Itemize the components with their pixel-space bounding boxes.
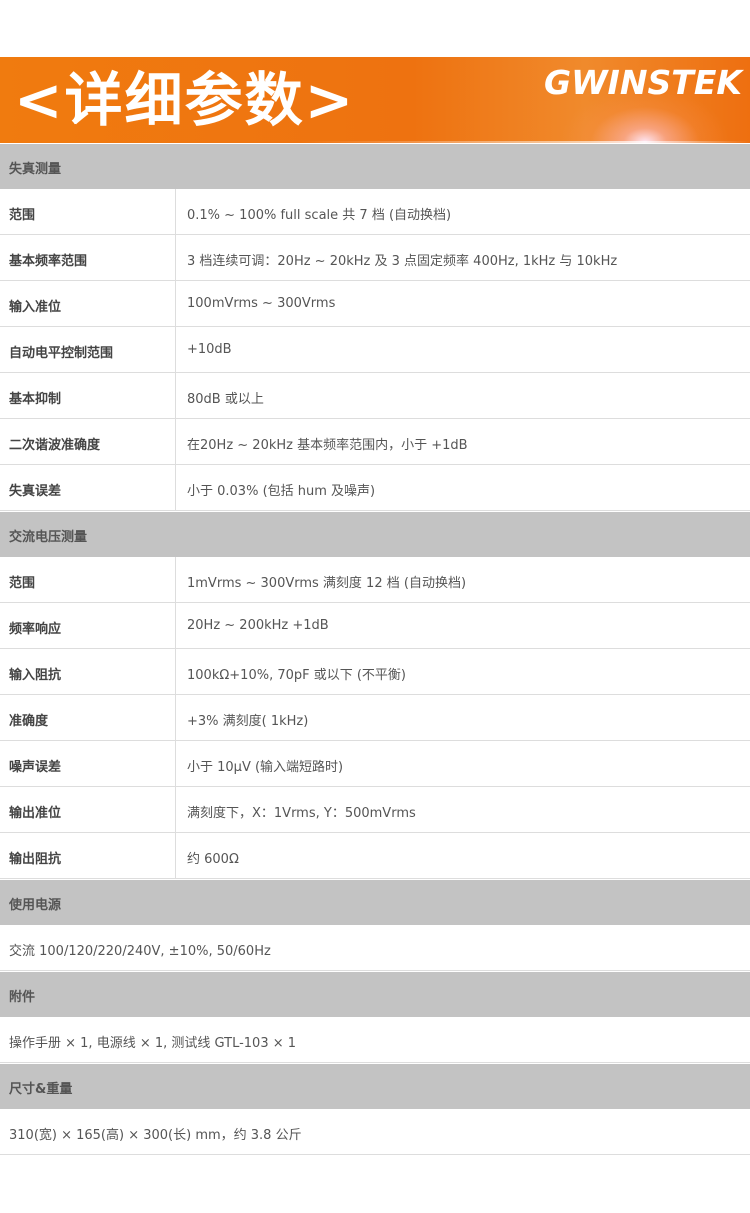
section-title: 尺寸&重量	[9, 1082, 73, 1097]
spec-row: 范围 0.1% ~ 100% full scale 共 7 档 (自动换档)	[0, 189, 750, 235]
column-divider	[175, 189, 176, 235]
spec-value: 小于 10μV (输入端短路时)	[187, 760, 344, 775]
section-header: 交流电压测量	[0, 511, 750, 557]
column-divider	[175, 557, 176, 603]
section-header: 使用电源	[0, 879, 750, 925]
spec-row: 失真误差 小于 0.03% (包括 hum 及噪声)	[0, 465, 750, 511]
section-title: 失真测量	[9, 162, 62, 177]
section-title: 交流电压测量	[9, 530, 88, 545]
column-divider	[175, 419, 176, 465]
spec-label: 输入阻抗	[9, 668, 62, 683]
spec-row: 基本频率范围 3 档连续可调：20Hz ~ 20kHz 及 3 点固定频率 400…	[0, 235, 750, 281]
spec-row: 噪声误差 小于 10μV (输入端短路时)	[0, 741, 750, 787]
spec-label: 频率响应	[9, 622, 62, 637]
spec-value: 80dB 或以上	[187, 392, 264, 407]
brand-logo-text: GWINSTEK	[544, 65, 744, 99]
spec-value: 20Hz ~ 200kHz +1dB	[187, 618, 329, 633]
spec-label: 准确度	[9, 714, 49, 729]
section-title: 使用电源	[9, 898, 62, 913]
spec-row: 输入阻抗 100kΩ+10%, 70pF 或以下 (不平衡)	[0, 649, 750, 695]
spec-row: 输入准位 100mVrms ~ 300Vrms	[0, 281, 750, 327]
spec-row: 操作手册 × 1, 电源线 × 1, 测试线 GTL-103 × 1	[0, 1017, 750, 1063]
spec-value: 0.1% ~ 100% full scale 共 7 档 (自动换档)	[187, 208, 452, 223]
spec-value: 3 档连续可调：20Hz ~ 20kHz 及 3 点固定频率 400Hz, 1k…	[187, 254, 618, 269]
spec-row: 自动电平控制范围 +10dB	[0, 327, 750, 373]
spec-label: 输入准位	[9, 300, 62, 315]
spec-label: 基本抑制	[9, 392, 62, 407]
spec-label: 自动电平控制范围	[9, 346, 114, 361]
spec-label: 输出阻抗	[9, 852, 62, 867]
spec-label: 失真误差	[9, 484, 62, 499]
spec-label: 噪声误差	[9, 760, 62, 775]
spec-value: 100mVrms ~ 300Vrms	[187, 296, 336, 311]
spec-table: 失真测量 范围 0.1% ~ 100% full scale 共 7 档 (自动换…	[0, 143, 750, 1155]
section-header: 尺寸&重量	[0, 1063, 750, 1109]
column-divider	[175, 235, 176, 281]
spec-row: 范围 1mVrms ~ 300Vrms 满刻度 12 档 (自动换档)	[0, 557, 750, 603]
spec-value: 在20Hz ~ 20kHz 基本频率范围内，小于 +1dB	[187, 438, 468, 453]
spec-row: 输出阻抗 约 600Ω	[0, 833, 750, 879]
section-header: 失真测量	[0, 143, 750, 189]
spec-label: 范围	[9, 208, 36, 223]
spec-value: 交流 100/120/220/240V, ±10%, 50/60Hz	[9, 944, 271, 959]
spec-value: +3% 满刻度( 1kHz)	[187, 714, 309, 729]
page-title: <详细参数>	[14, 66, 356, 134]
column-divider	[175, 281, 176, 327]
spec-label: 基本频率范围	[9, 254, 88, 269]
column-divider	[175, 603, 176, 649]
brand-logo: GWINSTEK	[544, 65, 744, 99]
spec-value: 操作手册 × 1, 电源线 × 1, 测试线 GTL-103 × 1	[9, 1036, 297, 1051]
column-divider	[175, 373, 176, 419]
column-divider	[175, 833, 176, 879]
section-header: 附件	[0, 971, 750, 1017]
spec-label: 二次谐波准确度	[9, 438, 101, 453]
spec-value: +10dB	[187, 342, 232, 357]
header-banner: <详细参数> GWINSTEK	[0, 57, 750, 143]
spec-row: 频率响应 20Hz ~ 200kHz +1dB	[0, 603, 750, 649]
section-title: 附件	[9, 990, 36, 1005]
spec-row: 交流 100/120/220/240V, ±10%, 50/60Hz	[0, 925, 750, 971]
spec-value: 310(宽) × 165(高) × 300(长) mm，约 3.8 公斤	[9, 1128, 302, 1143]
spec-value: 满刻度下，X：1Vrms, Y：500mVrms	[187, 806, 416, 821]
spec-label: 范围	[9, 576, 36, 591]
column-divider	[175, 787, 176, 833]
column-divider	[175, 465, 176, 511]
spec-row: 二次谐波准确度 在20Hz ~ 20kHz 基本频率范围内，小于 +1dB	[0, 419, 750, 465]
spec-value: 小于 0.03% (包括 hum 及噪声)	[187, 484, 376, 499]
column-divider	[175, 741, 176, 787]
column-divider	[175, 327, 176, 373]
spec-value: 1mVrms ~ 300Vrms 满刻度 12 档 (自动换档)	[187, 576, 467, 591]
spec-row: 准确度 +3% 满刻度( 1kHz)	[0, 695, 750, 741]
spec-row: 基本抑制 80dB 或以上	[0, 373, 750, 419]
spec-label: 输出准位	[9, 806, 62, 821]
spec-value: 约 600Ω	[187, 852, 239, 867]
column-divider	[175, 695, 176, 741]
column-divider	[175, 649, 176, 695]
spec-row: 输出准位 满刻度下，X：1Vrms, Y：500mVrms	[0, 787, 750, 833]
spec-value: 100kΩ+10%, 70pF 或以下 (不平衡)	[187, 668, 407, 683]
spec-row: 310(宽) × 165(高) × 300(长) mm，约 3.8 公斤	[0, 1109, 750, 1155]
